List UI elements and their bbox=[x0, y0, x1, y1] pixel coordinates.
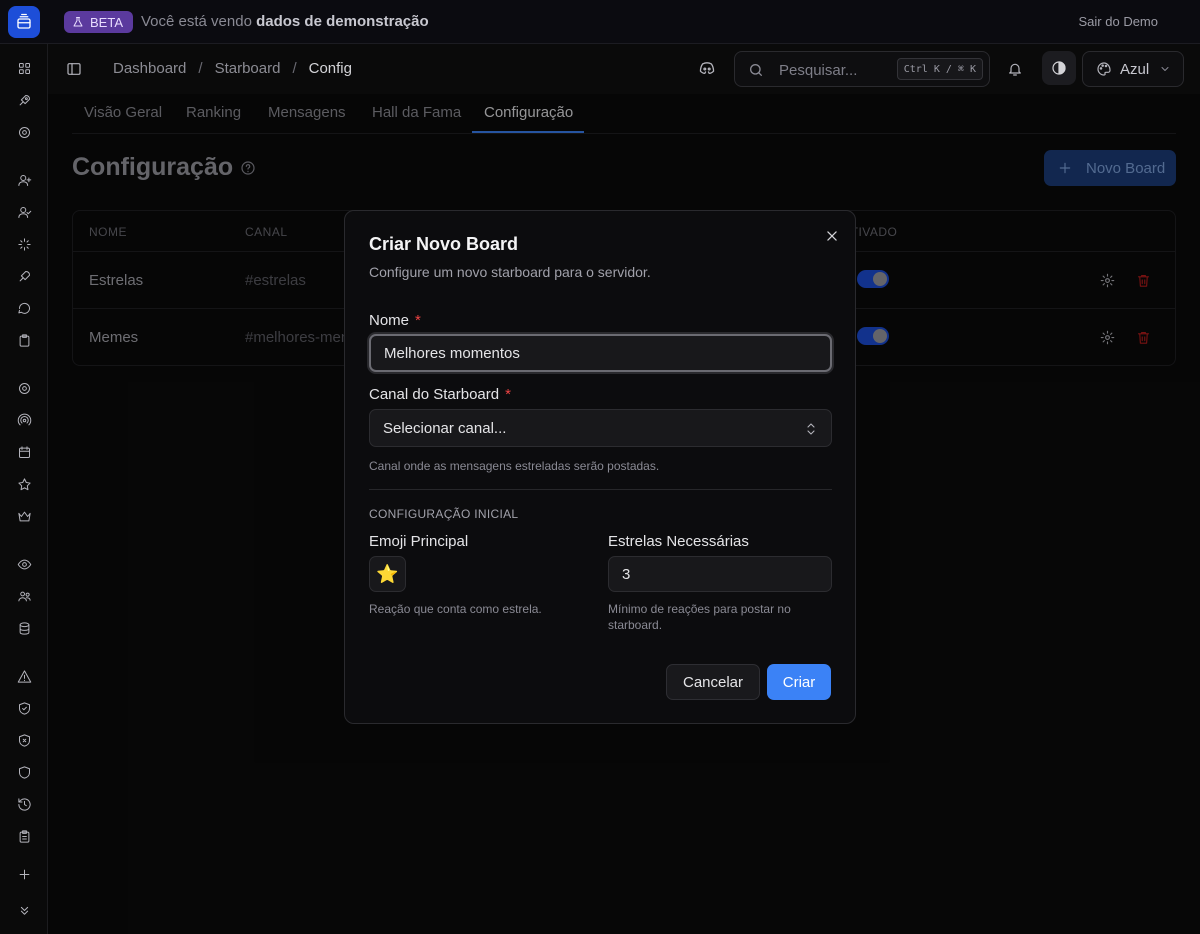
plus-icon[interactable] bbox=[16, 866, 32, 882]
search-input[interactable]: Pesquisar... Ctrl K / ⌘ K bbox=[734, 51, 990, 87]
create-board-dialog: Criar Novo Board Configure um novo starb… bbox=[344, 210, 856, 724]
search-shortcut: Ctrl K / ⌘ K bbox=[896, 58, 983, 80]
exit-demo-link[interactable]: Sair do Demo bbox=[1079, 14, 1158, 29]
top-header: Dashboard / Starboard / Config Pesquisar… bbox=[48, 44, 1200, 94]
channel-select-value: Selecionar canal... bbox=[383, 419, 507, 437]
stars-required-value: 3 bbox=[622, 565, 631, 583]
palette-icon bbox=[1097, 62, 1111, 76]
stars-hint: Mínimo de reações para postar no starboa… bbox=[608, 602, 791, 632]
color-theme-select[interactable]: Azul bbox=[1082, 51, 1184, 87]
channel-field-label: Canal do Starboard * bbox=[369, 386, 511, 403]
user-check-icon[interactable] bbox=[16, 204, 32, 220]
breadcrumb-separator: / bbox=[292, 60, 297, 77]
star-emoji-icon: ⭐ bbox=[376, 563, 399, 584]
sidebar bbox=[0, 44, 48, 934]
sidebar-toggle-icon[interactable] bbox=[66, 61, 82, 77]
chevron-down-icon bbox=[1161, 67, 1169, 71]
name-field[interactable]: Melhores momentos bbox=[369, 334, 832, 372]
breadcrumb-dashboard[interactable]: Dashboard bbox=[113, 60, 186, 77]
grid-icon[interactable] bbox=[16, 60, 32, 76]
star-icon[interactable] bbox=[16, 476, 32, 492]
stars-required-input[interactable]: 3 bbox=[608, 556, 832, 592]
dialog-title: Criar Novo Board bbox=[369, 234, 519, 254]
broadcast-icon[interactable] bbox=[16, 412, 32, 428]
chat-icon[interactable] bbox=[16, 300, 32, 316]
clipboard-list-icon[interactable] bbox=[16, 828, 32, 844]
color-theme-label: Azul bbox=[1120, 60, 1150, 78]
contrast-icon bbox=[1052, 61, 1066, 75]
app-logo-icon[interactable] bbox=[8, 6, 40, 38]
search-placeholder: Pesquisar... bbox=[779, 62, 858, 79]
settings-cog-icon[interactable] bbox=[16, 380, 32, 396]
breadcrumb-starboard[interactable]: Starboard bbox=[215, 60, 281, 77]
rocket-icon[interactable] bbox=[16, 92, 32, 108]
beta-badge: BETA bbox=[64, 11, 133, 33]
user-plus-icon[interactable] bbox=[16, 172, 32, 188]
eye-icon[interactable] bbox=[16, 556, 32, 572]
channel-hint: Canal onde as mensagens estreladas serão… bbox=[369, 459, 660, 473]
history-icon[interactable] bbox=[16, 796, 32, 812]
sparkle-icon[interactable] bbox=[16, 236, 32, 252]
divider bbox=[369, 489, 832, 490]
shield-check-icon[interactable] bbox=[16, 700, 32, 716]
cancel-button[interactable]: Cancelar bbox=[666, 664, 760, 700]
name-field-value: Melhores momentos bbox=[384, 344, 520, 362]
emoji-hint: Reação que conta como estrela. bbox=[369, 602, 542, 616]
required-mark: * bbox=[415, 312, 421, 329]
chevron-up-down-icon bbox=[807, 423, 815, 435]
discord-icon[interactable] bbox=[698, 61, 716, 77]
create-button[interactable]: Criar bbox=[767, 664, 831, 700]
initial-config-heading: CONFIGURAÇÃO INICIAL bbox=[369, 507, 519, 521]
breadcrumb-separator: / bbox=[198, 60, 203, 77]
channel-label-text: Canal do Starboard bbox=[369, 386, 500, 403]
name-field-label: Nome * bbox=[369, 312, 421, 329]
stars-field-label: Estrelas Necessárias bbox=[608, 533, 749, 550]
clipboard-icon[interactable] bbox=[16, 332, 32, 348]
users-icon[interactable] bbox=[16, 588, 32, 604]
gear-icon[interactable] bbox=[16, 124, 32, 140]
search-icon bbox=[750, 63, 762, 76]
name-label-text: Nome bbox=[369, 312, 410, 329]
emoji-picker-button[interactable]: ⭐ bbox=[369, 556, 406, 592]
beta-label: BETA bbox=[90, 14, 123, 30]
warning-icon[interactable] bbox=[16, 668, 32, 684]
calendar-icon[interactable] bbox=[16, 444, 32, 460]
emoji-field-label: Emoji Principal bbox=[369, 533, 469, 550]
required-mark: * bbox=[505, 386, 511, 403]
demo-notice: Você está vendo dados de demonstração bbox=[141, 13, 429, 30]
flask-icon bbox=[73, 17, 83, 27]
breadcrumb-config: Config bbox=[308, 60, 352, 77]
demo-notice-bold: dados de demonstração bbox=[256, 13, 429, 30]
shield-x-icon[interactable] bbox=[16, 732, 32, 748]
close-icon[interactable] bbox=[825, 229, 839, 248]
shield-icon[interactable] bbox=[16, 764, 32, 780]
dialog-description: Configure um novo starboard para o servi… bbox=[369, 264, 651, 280]
rocket-icon[interactable] bbox=[16, 268, 32, 284]
bell-icon[interactable] bbox=[1007, 61, 1023, 82]
channel-select[interactable]: Selecionar canal... bbox=[369, 409, 832, 447]
demo-notice-prefix: Você está vendo bbox=[141, 13, 252, 30]
demo-banner: BETA Você está vendo dados de demonstraç… bbox=[0, 0, 1200, 44]
database-icon[interactable] bbox=[16, 620, 32, 636]
breadcrumb: Dashboard / Starboard / Config bbox=[113, 60, 352, 77]
crown-icon[interactable] bbox=[16, 508, 32, 524]
theme-toggle-button[interactable] bbox=[1042, 51, 1076, 85]
chevrons-down-icon[interactable] bbox=[16, 902, 32, 918]
